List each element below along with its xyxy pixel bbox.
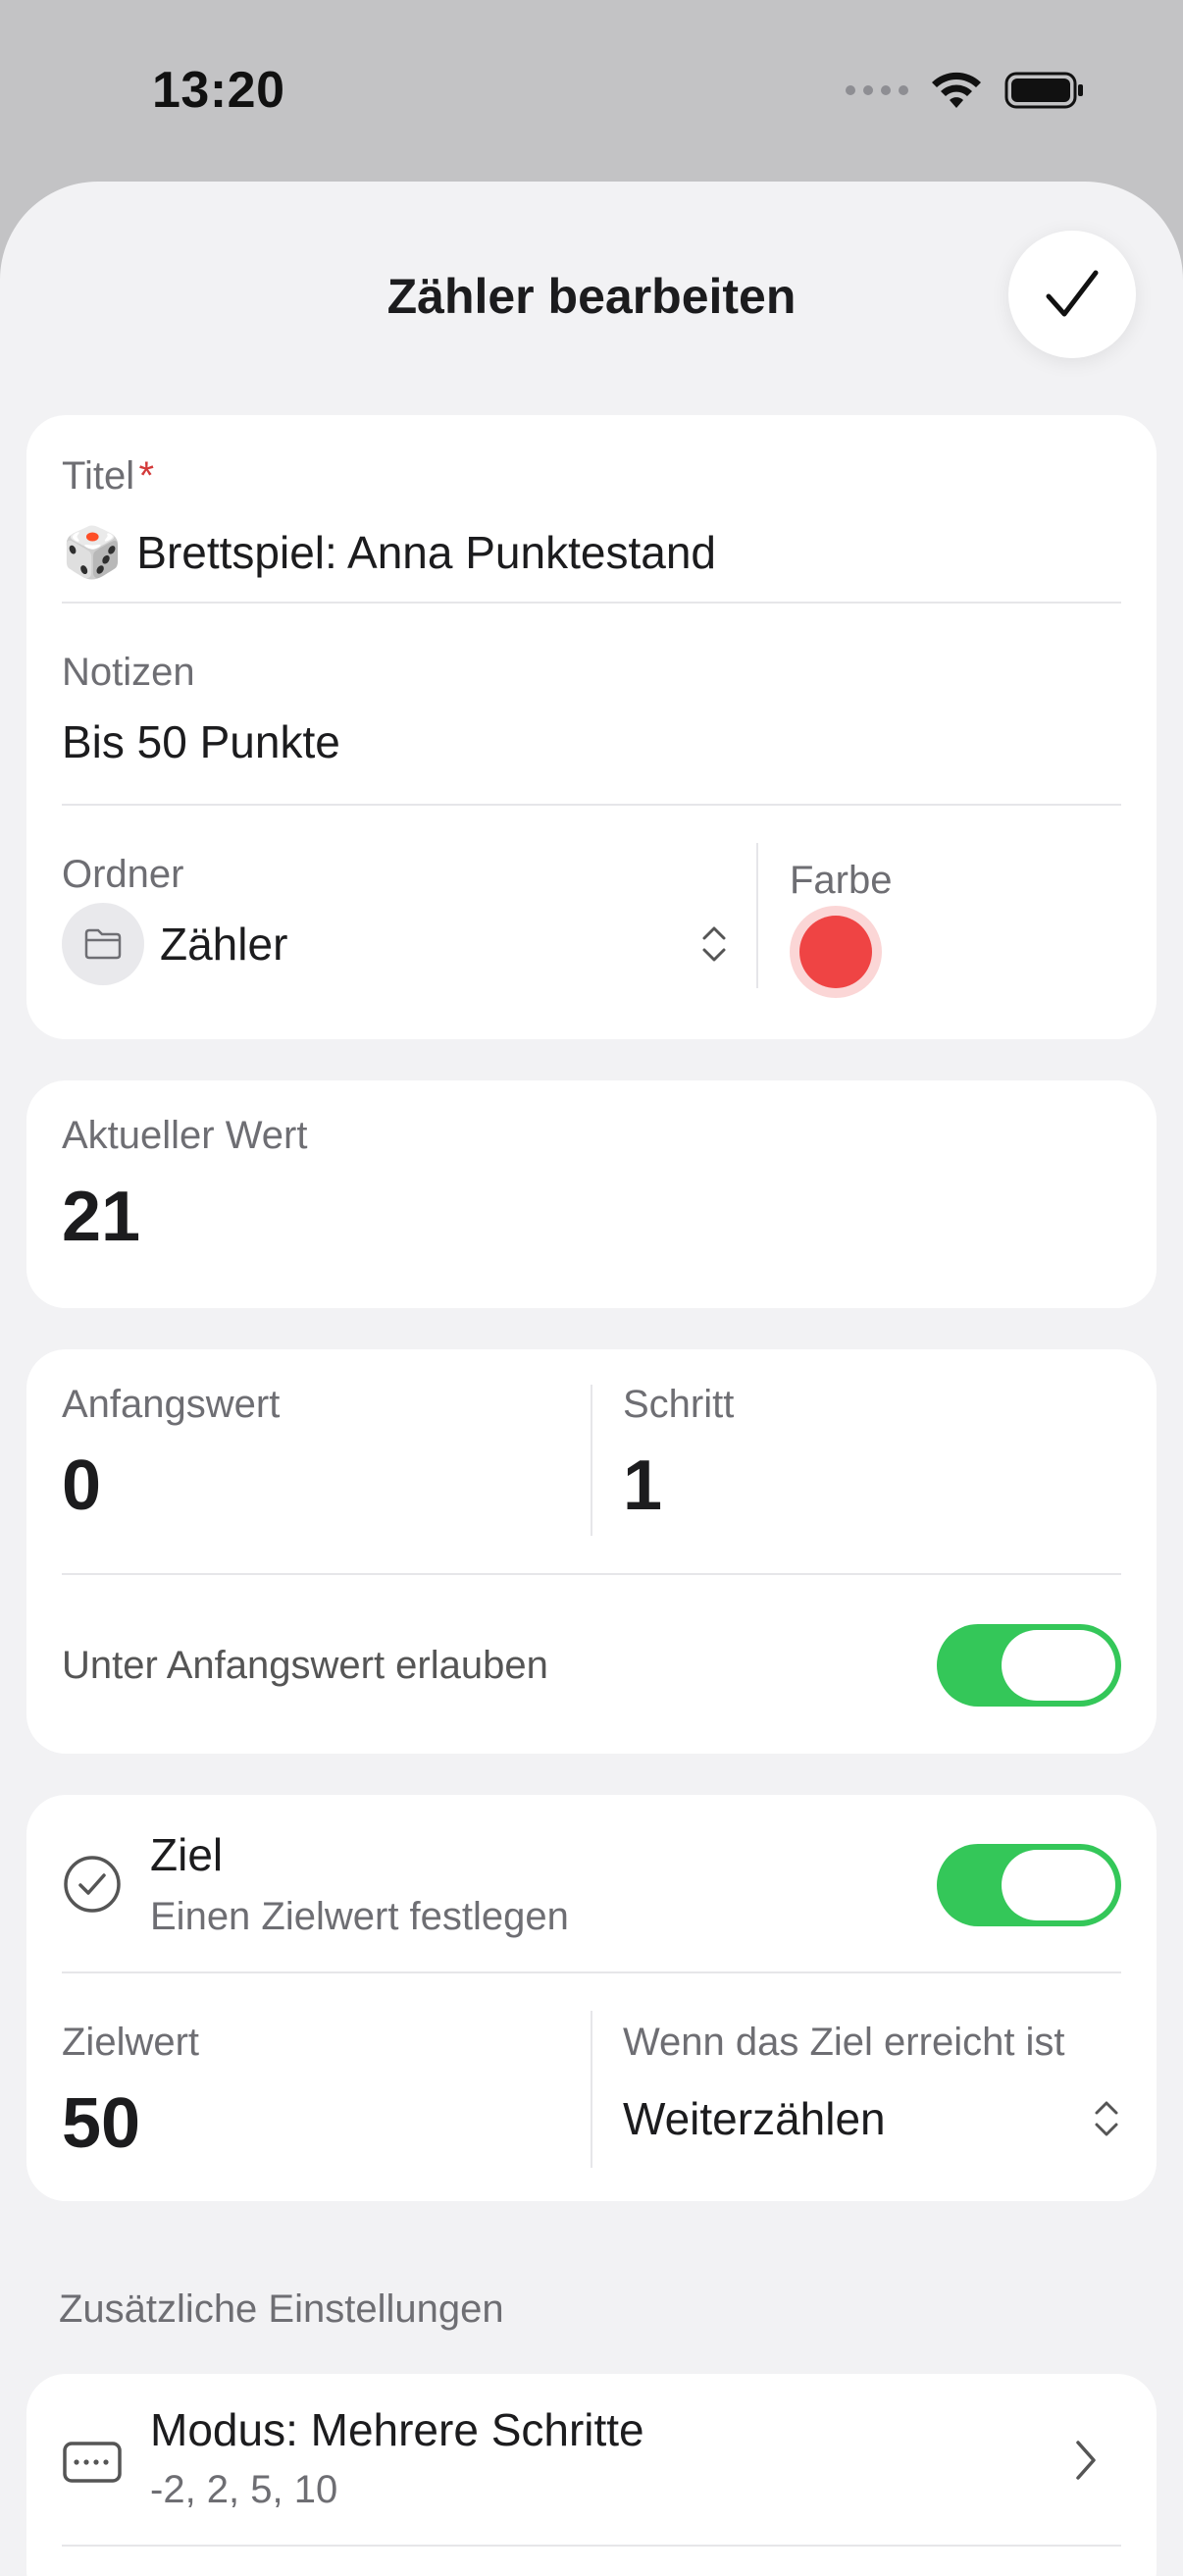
- start-value-input[interactable]: 0: [62, 1446, 101, 1526]
- sheet-header: Zähler bearbeiten: [0, 182, 1183, 397]
- goal-card: Ziel Einen Zielwert festlegen Zielwert 5…: [26, 1795, 1157, 2201]
- mode-row[interactable]: Modus: Mehrere Schritte -2, 2, 5, 10: [26, 2374, 1157, 2545]
- goal-subtitle: Einen Zielwert festlegen: [150, 1895, 569, 1938]
- mode-subtitle: -2, 2, 5, 10: [150, 2468, 338, 2511]
- goal-toggle[interactable]: [937, 1844, 1121, 1926]
- mode-title: Modus: Mehrere Schritte: [150, 2404, 644, 2455]
- notes-input[interactable]: Bis 50 Punkte: [62, 715, 1121, 768]
- battery-icon: [1004, 72, 1083, 109]
- when-reached-label: Wenn das Ziel erreicht ist: [623, 2021, 1065, 2064]
- checkmark-circle-icon: [64, 1856, 121, 1913]
- folder-icon: [84, 928, 122, 960]
- target-value-label: Zielwert: [62, 2021, 200, 2064]
- title-input[interactable]: 🎲 Brettspiel: Anna Punktestand: [62, 513, 1121, 592]
- cellular-signal-icon: [846, 85, 908, 95]
- edit-counter-sheet: Zähler bearbeiten Titel * 🎲 Brettspiel: …: [0, 182, 1183, 2576]
- section-header-additional: Zusätzliche Einstellungen: [59, 2287, 504, 2331]
- status-bar: 13:20: [0, 0, 1183, 186]
- step-label: Schritt: [623, 1383, 735, 1426]
- checkmark-icon: [1046, 270, 1099, 317]
- divider: [62, 1573, 1121, 1575]
- divider: [591, 2011, 592, 2168]
- step-input[interactable]: 1: [623, 1446, 662, 1526]
- color-label: Farbe: [790, 859, 893, 902]
- divider: [62, 2545, 1121, 2547]
- notes-label: Notizen: [62, 651, 195, 694]
- chevron-up-down-icon: [1095, 2101, 1118, 2136]
- current-value-input[interactable]: 21: [62, 1177, 140, 1257]
- folder-icon-wrap: [62, 903, 144, 985]
- title-value: Brettspiel: Anna Punktestand: [136, 527, 716, 578]
- details-card: Titel * 🎲 Brettspiel: Anna Punktestand N…: [26, 415, 1157, 1039]
- divider: [62, 804, 1121, 806]
- allow-below-label: Unter Anfangswert erlauben: [62, 1644, 548, 1687]
- color-swatch: [799, 916, 872, 988]
- target-value-input[interactable]: 50: [62, 2083, 140, 2164]
- required-mark: *: [138, 454, 155, 498]
- start-value-label: Anfangswert: [62, 1383, 281, 1426]
- folder-picker[interactable]: Zähler: [62, 902, 748, 986]
- color-swatch-button[interactable]: [790, 906, 882, 998]
- divider: [591, 1385, 592, 1536]
- chevron-up-down-icon: [702, 926, 726, 962]
- folder-label: Ordner: [62, 853, 184, 896]
- divider: [62, 602, 1121, 604]
- divider: [62, 1971, 1121, 1973]
- when-reached-value: Weiterzählen: [623, 2093, 886, 2144]
- chevron-right-icon: [1076, 2441, 1096, 2480]
- folder-value: Zähler: [160, 919, 288, 970]
- status-time: 13:20: [152, 62, 285, 119]
- start-step-card: Anfangswert 0 Schritt 1 Unter Anfangswer…: [26, 1349, 1157, 1754]
- title-field-label: Titel *: [62, 454, 155, 498]
- page-title: Zähler bearbeiten: [386, 269, 797, 324]
- mode-card: Modus: Mehrere Schritte -2, 2, 5, 10: [26, 2374, 1157, 2576]
- allow-below-toggle[interactable]: [937, 1624, 1121, 1707]
- current-value-label: Aktueller Wert: [62, 1114, 308, 1157]
- goal-title: Ziel: [150, 1829, 224, 1880]
- dice-emoji-icon: 🎲: [62, 524, 124, 580]
- current-value-card: Aktueller Wert 21: [26, 1080, 1157, 1308]
- wifi-icon: [932, 72, 981, 108]
- status-icons: [846, 71, 1085, 110]
- divider: [756, 843, 758, 988]
- when-reached-picker[interactable]: Weiterzählen: [623, 2079, 1121, 2158]
- keyboard-icon: [63, 2442, 122, 2483]
- confirm-button[interactable]: [1008, 231, 1136, 358]
